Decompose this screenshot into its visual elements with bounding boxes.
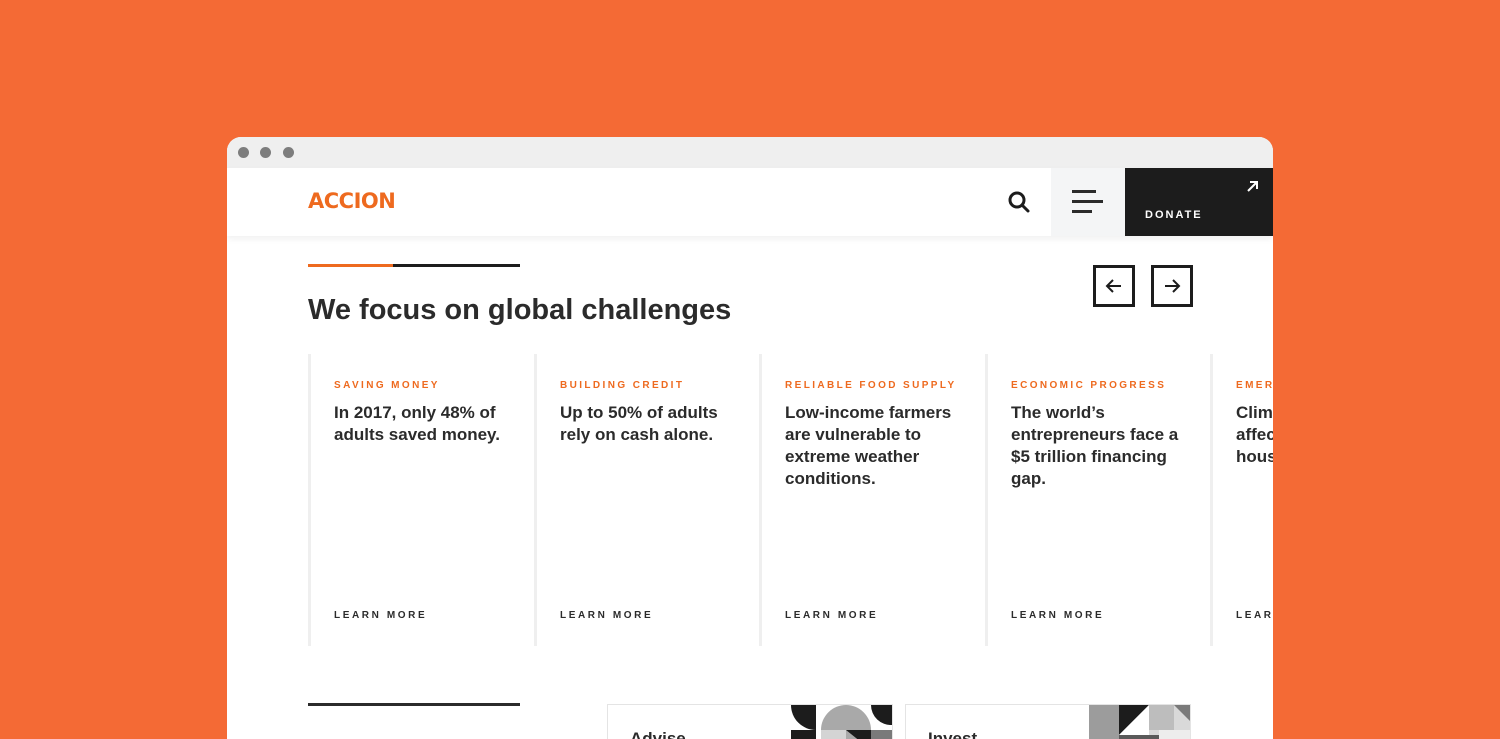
invest-tile[interactable]: Invest <box>905 704 1191 739</box>
challenge-card[interactable]: ECONOMIC PROGRESS The world’s entreprene… <box>985 354 1210 646</box>
card-category: BUILDING CREDIT <box>560 380 685 391</box>
challenge-card[interactable]: RELIABLE FOOD SUPPLY Low-income farmers … <box>759 354 984 646</box>
challenge-card[interactable]: EMER Clim affec hous LEARN <box>1210 354 1273 646</box>
browser-window: ACCION DONATE We focus on global challen… <box>227 137 1273 739</box>
card-text: In 2017, only 48% of adults saved money. <box>334 403 500 444</box>
challenge-card[interactable]: SAVING MONEY In 2017, only 48% of adults… <box>308 354 533 646</box>
carousel-prev-button[interactable] <box>1093 265 1135 307</box>
carousel-next-button[interactable] <box>1151 265 1193 307</box>
advise-tile[interactable]: Advise <box>607 704 893 739</box>
hamburger-menu-icon <box>1072 190 1103 213</box>
card-category: SAVING MONEY <box>334 380 440 391</box>
accion-logo[interactable]: ACCION <box>308 189 396 213</box>
window-control-dot[interactable] <box>260 147 271 158</box>
search-icon <box>1008 191 1030 213</box>
carousel-progress-bar <box>308 264 520 267</box>
browser-title-bar <box>227 137 1273 168</box>
tile-label: Advise <box>630 729 686 739</box>
card-text: Clim affec hous <box>1236 403 1273 466</box>
search-button[interactable] <box>987 168 1051 236</box>
arrow-right-icon <box>1165 279 1181 293</box>
learn-more-link[interactable]: LEARN MORE <box>1011 610 1104 621</box>
geometric-pattern-image <box>791 705 892 739</box>
window-control-dot[interactable] <box>238 147 249 158</box>
learn-more-link[interactable]: LEARN MORE <box>560 610 653 621</box>
learn-more-link[interactable]: LEARN MORE <box>334 610 427 621</box>
arrow-up-right-icon <box>1247 181 1258 192</box>
card-text: Up to 50% of adults rely on cash alone. <box>560 403 718 444</box>
section-divider <box>308 703 520 706</box>
card-category: RELIABLE FOOD SUPPLY <box>785 380 957 391</box>
donate-button[interactable]: DONATE <box>1125 168 1273 236</box>
card-category: ECONOMIC PROGRESS <box>1011 380 1167 391</box>
challenge-card[interactable]: BUILDING CREDIT Up to 50% of adults rely… <box>534 354 759 646</box>
tile-label: Invest <box>928 729 978 739</box>
challenge-carousel: SAVING MONEY In 2017, only 48% of adults… <box>308 354 1273 646</box>
window-control-dot[interactable] <box>283 147 294 158</box>
site-header: ACCION DONATE <box>227 168 1273 236</box>
carousel-progress-fill <box>308 264 393 267</box>
learn-more-link[interactable]: LEARN <box>1236 610 1273 621</box>
donate-label: DONATE <box>1145 209 1203 221</box>
arrow-left-icon <box>1105 279 1121 293</box>
card-text: The world’s entrepreneurs face a $5 tril… <box>1011 403 1179 488</box>
learn-more-link[interactable]: LEARN MORE <box>785 610 878 621</box>
card-text: Low-income farmers are vulnerable to ext… <box>785 403 952 488</box>
menu-button[interactable] <box>1051 168 1125 236</box>
geometric-pattern-image <box>1089 705 1190 739</box>
section-title: We focus on global challenges <box>308 294 732 326</box>
card-category: EMER <box>1236 380 1273 391</box>
